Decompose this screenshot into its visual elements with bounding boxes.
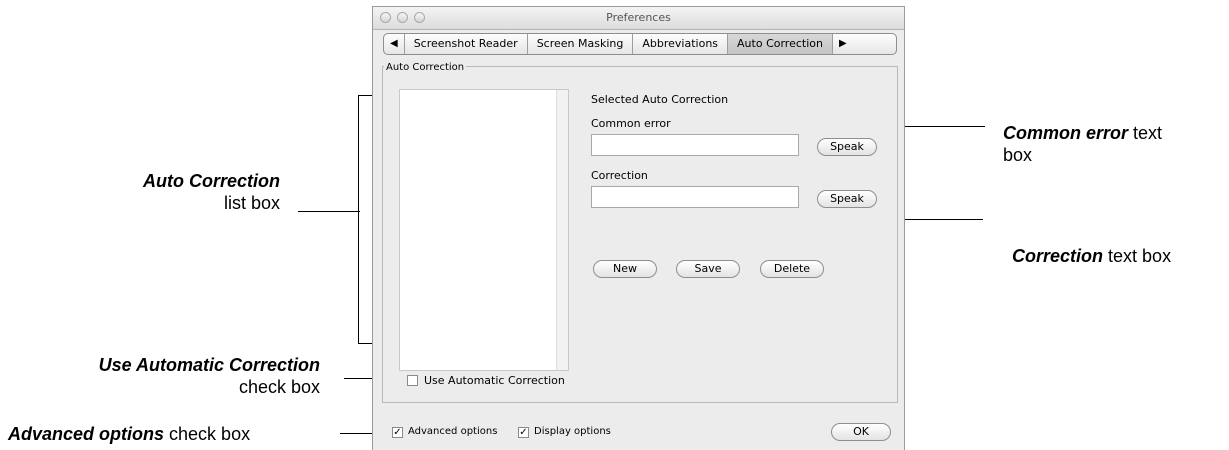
delete-button[interactable]: Delete [760, 260, 824, 278]
group-label: Auto Correction [384, 62, 467, 73]
common-error-label: Common error [591, 117, 671, 130]
callout-common-error: Common error text box [1003, 122, 1223, 166]
save-button[interactable]: Save [676, 260, 740, 278]
callout-line [298, 211, 360, 212]
speak-button-correction[interactable]: Speak [817, 190, 877, 208]
tab-screen-masking[interactable]: Screen Masking [528, 34, 634, 54]
callout-bold: Auto Correction [143, 171, 280, 191]
callout-text: check box [238, 377, 320, 397]
callout-text: box [1003, 145, 1033, 165]
display-options-checkbox[interactable]: ✓ [518, 427, 529, 438]
tab-scroll-right-icon[interactable]: ▶ [833, 34, 853, 54]
list-scrollbar[interactable] [556, 90, 568, 370]
advanced-options-checkbox[interactable]: ✓ [392, 427, 403, 438]
tab-auto-correction[interactable]: Auto Correction [728, 34, 833, 54]
ok-button[interactable]: OK [831, 423, 891, 441]
use-automatic-correction-label: Use Automatic Correction [424, 374, 565, 387]
auto-correction-list[interactable] [399, 89, 569, 371]
correction-label: Correction [591, 169, 648, 182]
advanced-options-label: Advanced options [408, 426, 498, 437]
tab-bar: ◀ Screenshot Reader Screen Masking Abbre… [383, 33, 897, 55]
callout-text: list box [223, 193, 280, 213]
callout-bold: Advanced options [8, 424, 165, 444]
common-error-field[interactable] [591, 134, 799, 156]
correction-field[interactable] [591, 186, 799, 208]
callout-auto-correction-list: Auto Correction list box [60, 170, 280, 214]
callout-use-automatic-correction: Use Automatic Correction check box [10, 354, 320, 398]
selected-heading: Selected Auto Correction [591, 93, 729, 106]
preferences-window: Preferences ◀ Screenshot Reader Screen M… [372, 6, 905, 450]
callout-correction: Correction text box [1012, 245, 1227, 267]
callout-bold: Common error [1003, 123, 1129, 143]
tab-screenshot-reader[interactable]: Screenshot Reader [405, 34, 528, 54]
tab-scroll-left-icon[interactable]: ◀ [384, 34, 405, 54]
callout-bold: Correction [1012, 246, 1104, 266]
tab-abbreviations[interactable]: Abbreviations [633, 34, 729, 54]
callout-text: check box [169, 424, 251, 444]
title-bar: Preferences [373, 7, 904, 30]
speak-button-common-error[interactable]: Speak [817, 138, 877, 156]
callout-advanced-options: Advanced options check box [8, 423, 348, 445]
bracket-line [358, 95, 359, 344]
new-button[interactable]: New [593, 260, 657, 278]
callout-text: text box [1108, 246, 1172, 266]
callout-bold: Use Automatic Correction [98, 355, 320, 375]
use-automatic-correction-checkbox[interactable] [407, 375, 418, 386]
callout-text: text [1133, 123, 1163, 143]
window-title: Preferences [606, 11, 671, 24]
display-options-label: Display options [534, 426, 611, 437]
